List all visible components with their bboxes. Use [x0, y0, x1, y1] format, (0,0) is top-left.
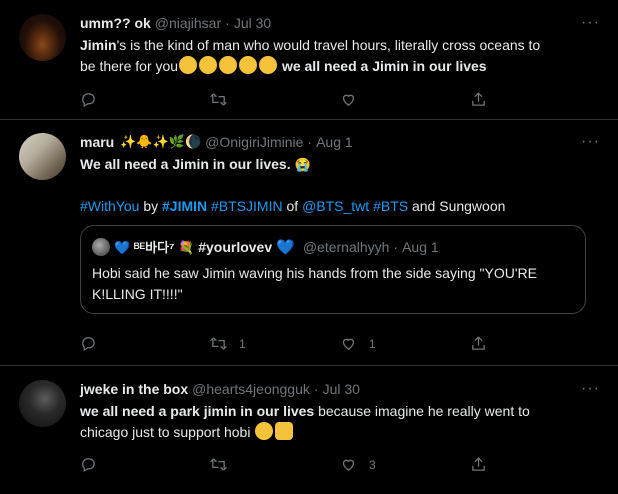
share-button[interactable]	[470, 91, 600, 108]
avatar[interactable]	[19, 133, 66, 180]
name-emojis: ✨🐥✨🌿🌘	[120, 134, 202, 149]
share-icon	[472, 92, 485, 106]
quoted-tweet-header: 💙 ᴮᴱ바다⁷ 💐 #yourlovev 💙 @eternalhyyh · Au…	[92, 237, 439, 256]
reply-button[interactable]	[80, 91, 210, 108]
tweet-header: umm?? ok @niajihsar · Jul 30	[80, 14, 600, 32]
tweet-actions: 3	[80, 456, 600, 473]
like-icon	[342, 459, 355, 471]
user-handle[interactable]: @OnigiriJiminie	[205, 133, 303, 151]
avatar[interactable]	[19, 380, 66, 427]
hashtag-link[interactable]: #JIMIN	[162, 198, 207, 214]
share-icon	[472, 457, 485, 471]
quoted-display-name: 💙 ᴮᴱ바다⁷ 💐	[114, 240, 195, 255]
display-name[interactable]: maru	[80, 133, 114, 151]
relieved-face-icon	[239, 56, 258, 74]
retweet-icon	[210, 337, 227, 350]
hashtag-link[interactable]: #BTSJIMIN	[211, 198, 283, 214]
tweet-text: We all need a Jimin in our lives. 😭	[80, 154, 600, 175]
quoted-timestamp: Aug 1	[402, 238, 439, 255]
retweet-button[interactable]: 1	[210, 335, 340, 352]
reply-icon	[82, 93, 95, 108]
share-button[interactable]	[470, 456, 600, 473]
like-button[interactable]: 1	[340, 335, 470, 352]
blue-heart-icon: 💙	[276, 238, 295, 256]
quoted-user-handle: @eternalhyyh	[302, 238, 390, 255]
tweet-3[interactable]: jweke in the box @hearts4jeongguk · Jul …	[0, 366, 618, 494]
user-handle[interactable]: @niajihsar	[155, 14, 221, 32]
separator-dot: ·	[225, 15, 230, 31]
hashtag-link[interactable]: #WithYou	[80, 198, 139, 214]
display-name[interactable]: jweke in the box	[80, 380, 188, 398]
like-count: 1	[369, 336, 376, 351]
relieved-face-icon	[219, 56, 238, 74]
tweet-header: jweke in the box @hearts4jeongguk · Jul …	[80, 380, 600, 398]
tweet-text-bold: Jimin	[80, 37, 117, 53]
tweet-text-segment: be there for you	[80, 58, 179, 74]
retweet-button[interactable]	[210, 456, 340, 473]
heart-hands-icon	[275, 422, 294, 440]
display-name[interactable]: umm?? ok	[80, 14, 151, 32]
more-icon[interactable]: ···	[581, 14, 600, 32]
tweet-actions: 1 1	[80, 335, 600, 352]
like-icon	[342, 338, 355, 350]
retweet-icon	[210, 93, 227, 106]
share-icon	[472, 336, 485, 350]
separator-dot: ·	[393, 238, 399, 255]
retweet-button[interactable]	[210, 91, 340, 108]
tweet-text-bold: jimin in our lives	[203, 403, 315, 419]
mention-link[interactable]: @BTS_twt	[302, 198, 369, 214]
timestamp[interactable]: Jul 30	[323, 380, 360, 398]
tweet-text: Jimin's is the kind of man who would tra…	[80, 35, 600, 77]
retweet-icon	[210, 458, 227, 471]
like-icon	[342, 94, 355, 106]
user-handle[interactable]: @hearts4jeongguk	[192, 380, 310, 398]
quoted-text-line: Hobi said he saw Jimin waving his hands …	[92, 265, 537, 281]
quoted-tweet[interactable]: 💙 ᴮᴱ바다⁷ 💐 #yourlovev 💙 @eternalhyyh · Au…	[80, 225, 586, 314]
like-button[interactable]	[340, 91, 470, 108]
relieved-face-icon	[255, 422, 274, 440]
tweet-text-tags: #WithYou by #JIMIN #BTSJIMIN of @BTS_twt…	[80, 196, 600, 217]
like-count: 3	[369, 457, 376, 472]
tweet-1[interactable]: umm?? ok @niajihsar · Jul 30 ··· Jimin's…	[0, 0, 618, 120]
tweet-text-bold: We all need a Jimin in our lives.	[80, 156, 291, 172]
share-button[interactable]	[470, 335, 600, 352]
relieved-face-icon	[259, 56, 278, 74]
like-button[interactable]: 3	[340, 456, 470, 473]
separator-dot: ·	[307, 134, 313, 150]
tweet-actions	[80, 91, 600, 108]
reply-button[interactable]	[80, 456, 210, 473]
tweet-text-segment: chicago just to support hobi	[80, 424, 251, 440]
quoted-avatar	[92, 237, 110, 256]
hashtag-link[interactable]: #BTS	[373, 198, 408, 214]
separator-dot: ·	[313, 381, 319, 397]
tweet-text-segment: because imagine he really went to	[314, 403, 530, 419]
more-icon[interactable]: ···	[581, 133, 600, 151]
timestamp[interactable]: Aug 1	[316, 133, 353, 151]
quoted-tweet-text: Hobi said he saw Jimin waving his hands …	[92, 263, 571, 305]
tweet-2[interactable]: maru ✨🐥✨🌿🌘 @OnigiriJiminie · Aug 1 ··· W…	[0, 120, 618, 366]
retweet-count: 1	[239, 336, 246, 351]
tweet-text-segment: of	[286, 198, 299, 214]
more-icon[interactable]: ···	[581, 380, 600, 398]
loudly-crying-face-icon: 😭	[294, 157, 311, 172]
timestamp[interactable]: Jul 30	[234, 14, 271, 32]
tweet-text-bold: we all need a Jimin in our lives	[278, 58, 487, 74]
avatar[interactable]	[19, 14, 66, 61]
quoted-display-name-tag: #yourlovev	[198, 238, 273, 255]
relieved-face-icon	[179, 56, 198, 74]
reply-icon	[82, 458, 95, 473]
tweet-text-bold: we all need a park	[80, 403, 204, 419]
tweet-text-segment: by	[143, 198, 159, 214]
tweet-header: maru ✨🐥✨🌿🌘 @OnigiriJiminie · Aug 1	[80, 133, 600, 151]
reply-icon	[82, 337, 95, 352]
quoted-text-line: K!LLING IT!!!!"	[92, 286, 183, 302]
tweet-text-segment: and Sungwoon	[411, 198, 506, 214]
tweet-text: we all need a park jimin in our lives be…	[80, 401, 600, 443]
relieved-face-icon	[199, 56, 218, 74]
reply-button[interactable]	[80, 335, 210, 352]
tweet-text-segment: 's is the kind of man who would travel h…	[116, 37, 541, 53]
